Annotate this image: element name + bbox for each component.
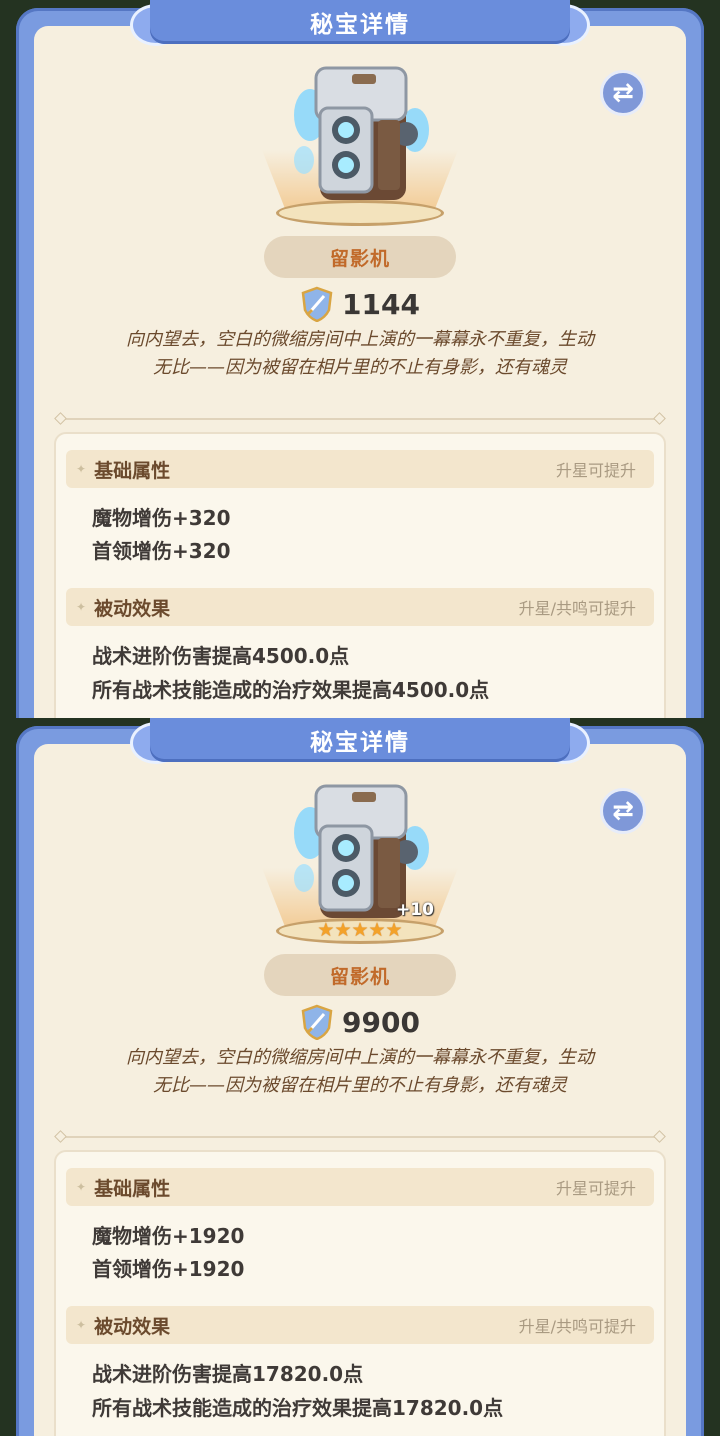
sparkle-icon: ✦: [76, 1318, 87, 1332]
panel-title: 秘宝详情: [310, 12, 410, 38]
stat-line: 魔物增伤+320: [92, 506, 231, 530]
artifact-name: 留影机: [264, 236, 456, 278]
section-title: 被动效果: [94, 597, 171, 620]
sparkle-icon: ✦: [76, 600, 87, 614]
power-row: 1144: [0, 284, 720, 324]
stats-box: ✦ 基础属性 升星可提升 魔物增伤+1920 首领增伤+1920 ✦ 被动效果 …: [54, 1150, 666, 1436]
shield-sword-icon: [301, 1004, 333, 1040]
power-value: 9900: [342, 1005, 420, 1039]
section-hint: 升星/共鸣可提升: [518, 1317, 636, 1336]
artifact-description: 向内望去，空白的微缩房间中上演的一幕幕永不重复，生动 无比——因为被留在相片里的…: [80, 1044, 640, 1100]
sparkle-icon: ✦: [76, 1180, 87, 1194]
swap-icon[interactable]: ⇄: [600, 70, 646, 116]
section-hint: 升星/共鸣可提升: [518, 599, 636, 618]
divider: [60, 1136, 660, 1138]
artifact-description: 向内望去，空白的微缩房间中上演的一幕幕永不重复，生动 无比——因为被留在相片里的…: [80, 326, 640, 382]
section-title: 基础属性: [94, 1177, 171, 1200]
artifact-detail-panel: 秘宝详情 ⇄ +10 ★★★★★ 留影机 9900 向内望去，空白的微缩房间中上…: [0, 718, 720, 1436]
effect-line: 战术进阶伤害提高4500.0点: [92, 644, 350, 668]
camera-artifact-icon: [294, 66, 429, 200]
effect-line: 战术进阶伤害提高17820.0点: [92, 1362, 364, 1386]
section-hint: 升星可提升: [555, 1179, 636, 1198]
divider: [60, 418, 660, 420]
sparkle-icon: ✦: [76, 462, 87, 476]
power-value: 1144: [342, 287, 420, 321]
section-hint: 升星可提升: [555, 461, 636, 480]
section-title: 被动效果: [94, 1315, 171, 1338]
effect-line: 所有战术技能造成的治疗效果提高17820.0点: [92, 1396, 504, 1420]
description-line: 无比——因为被留在相片里的不止有身影，还有魂灵: [153, 1075, 567, 1096]
section-title: 基础属性: [94, 459, 171, 482]
panel-title: 秘宝详情: [310, 730, 410, 756]
artifact-detail-panel: 秘宝详情 ⇄ 留影机 1144 向内望去，空白的微缩房间中上演的一幕幕永不重复，…: [0, 0, 720, 718]
swap-icon[interactable]: ⇄: [600, 788, 646, 834]
basic-attributes-header: ✦ 基础属性 升星可提升: [66, 450, 654, 488]
effect-line: 所有战术技能造成的治疗效果提高4500.0点: [92, 678, 490, 702]
description-line: 向内望去，空白的微缩房间中上演的一幕幕永不重复，生动: [126, 1047, 594, 1068]
title-bar: 秘宝详情: [150, 0, 570, 44]
stat-line: 魔物增伤+1920: [92, 1224, 245, 1248]
description-line: 无比——因为被留在相片里的不止有身影，还有魂灵: [153, 357, 567, 378]
power-row: 9900: [0, 1002, 720, 1042]
enhance-level: +10: [396, 900, 434, 920]
basic-attributes-header: ✦ 基础属性 升星可提升: [66, 1168, 654, 1206]
artifact-name: 留影机: [264, 954, 456, 996]
star-rating: ★★★★★: [317, 919, 403, 941]
passive-effects-header: ✦ 被动效果 升星/共鸣可提升: [66, 588, 654, 626]
stats-box: ✦ 基础属性 升星可提升 魔物增伤+320 首领增伤+320 ✦ 被动效果 升星…: [54, 432, 666, 718]
stat-line: 首领增伤+320: [92, 539, 231, 563]
description-line: 向内望去，空白的微缩房间中上演的一幕幕永不重复，生动: [126, 329, 594, 350]
stat-line: 首领增伤+1920: [92, 1257, 245, 1281]
shield-sword-icon: [301, 286, 333, 322]
title-bar: 秘宝详情: [150, 718, 570, 762]
passive-effects-header: ✦ 被动效果 升星/共鸣可提升: [66, 1306, 654, 1344]
